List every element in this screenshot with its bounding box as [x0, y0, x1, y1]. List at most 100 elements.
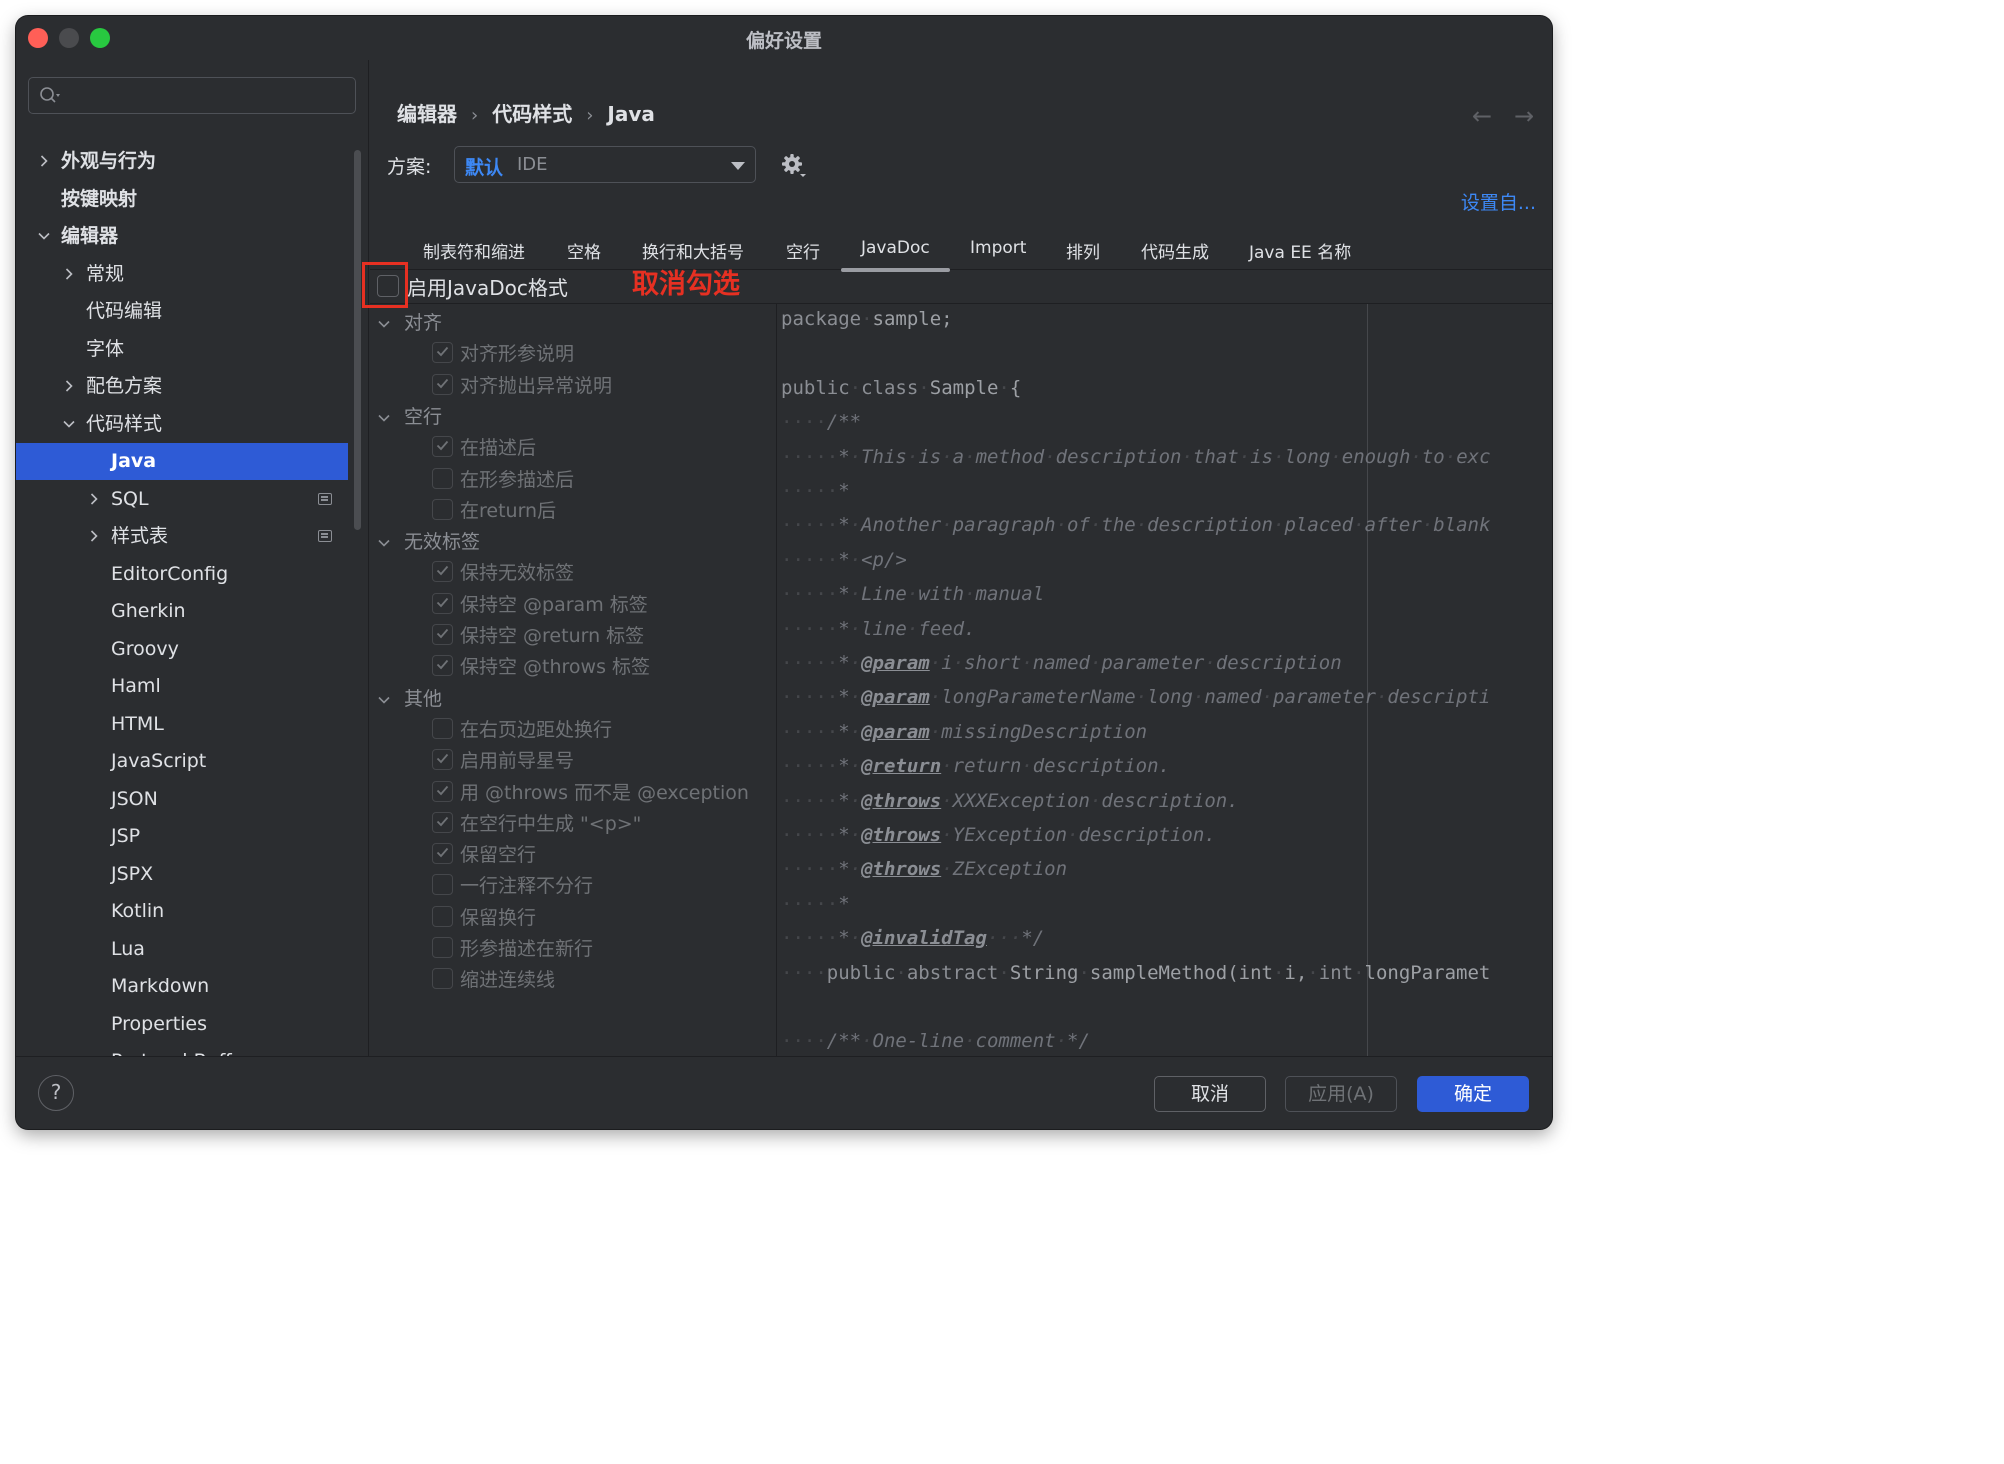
checkbox-checked[interactable]	[432, 373, 453, 395]
sidebar-item-label: Java	[111, 450, 157, 472]
sidebar-item-常规[interactable]: 常规	[16, 256, 348, 293]
javadoc-option[interactable]: 保持空 @return 标签	[432, 621, 772, 651]
javadoc-option[interactable]: 对齐形参说明	[432, 339, 772, 369]
chevron-down-icon[interactable]	[63, 418, 75, 430]
checkbox-checked[interactable]	[432, 811, 453, 833]
breadcrumb-item-code-style[interactable]: 代码样式	[492, 98, 572, 127]
sidebar-item-配色方案[interactable]: 配色方案	[16, 368, 348, 405]
chevron-down-icon[interactable]	[38, 230, 50, 242]
sidebar-item-haml[interactable]: Haml	[16, 668, 348, 705]
breadcrumb-item-editor[interactable]: 编辑器	[397, 98, 457, 127]
back-arrow-icon[interactable]: ←	[1472, 102, 1492, 130]
checkbox-unchecked[interactable]	[432, 968, 453, 990]
javadoc-option[interactable]: 保持无效标签	[432, 558, 772, 588]
sidebar-item-按键映射[interactable]: 按键映射	[16, 181, 348, 218]
chevron-down-icon[interactable]	[378, 318, 390, 330]
sidebar-item-html[interactable]: HTML	[16, 706, 348, 743]
javadoc-option[interactable]: 保持空 @param 标签	[432, 590, 772, 620]
javadoc-option[interactable]: 在右页边距处换行	[432, 715, 772, 745]
sidebar-item-markdown[interactable]: Markdown	[16, 968, 348, 1005]
sidebar-item-javascript[interactable]: JavaScript	[16, 743, 348, 780]
enable-javadoc-checkbox[interactable]	[377, 275, 399, 297]
chevron-down-icon[interactable]	[378, 694, 390, 706]
enable-javadoc-label[interactable]: 启用JavaDoc格式	[407, 272, 568, 301]
sidebar-item-gherkin[interactable]: Gherkin	[16, 593, 348, 630]
tab-arrangement[interactable]: 排列	[1066, 238, 1100, 263]
javadoc-option[interactable]: 用 @throws 而不是 @exception	[432, 778, 772, 808]
tab-imports[interactable]: Import	[970, 238, 1026, 258]
sidebar-item-代码编辑[interactable]: 代码编辑	[16, 293, 348, 330]
sidebar-item-sql[interactable]: SQL	[16, 481, 348, 518]
sidebar-item-外观与行为[interactable]: 外观与行为	[16, 143, 348, 180]
sidebar-item-editorconfig[interactable]: EditorConfig	[16, 556, 348, 593]
help-button[interactable]: ?	[38, 1075, 74, 1111]
chevron-right-icon[interactable]	[88, 530, 100, 542]
sidebar-item-jsp[interactable]: JSP	[16, 818, 348, 855]
search-input[interactable]	[67, 82, 347, 110]
tab-javadoc[interactable]: JavaDoc	[841, 238, 950, 272]
sidebar-item-label: 配色方案	[86, 375, 163, 397]
sidebar-item-字体[interactable]: 字体	[16, 331, 348, 368]
tab-code-generation[interactable]: 代码生成	[1141, 238, 1209, 263]
tab-tabs-and-indents[interactable]: 制表符和缩进	[423, 238, 525, 263]
javadoc-option[interactable]: 缩进连续线	[432, 965, 772, 995]
javadoc-option[interactable]: 形参描述在新行	[432, 934, 772, 964]
checkbox-unchecked[interactable]	[432, 874, 453, 896]
checkbox-checked[interactable]	[432, 655, 453, 677]
tab-java-ee-names[interactable]: Java EE 名称	[1249, 238, 1351, 263]
sidebar-item-jspx[interactable]: JSPX	[16, 856, 348, 893]
checkbox-unchecked[interactable]	[432, 467, 453, 489]
checkbox-checked[interactable]	[432, 843, 453, 865]
sidebar-item-groovy[interactable]: Groovy	[16, 631, 348, 668]
tab-spaces[interactable]: 空格	[567, 238, 601, 263]
checkbox-checked[interactable]	[432, 436, 453, 458]
sidebar-item-label: Markdown	[111, 975, 210, 997]
javadoc-option[interactable]: 在描述后	[432, 433, 772, 463]
sidebar-item-代码样式[interactable]: 代码样式	[16, 406, 348, 443]
sidebar-item-编辑器[interactable]: 编辑器	[16, 218, 348, 255]
chevron-right-icon[interactable]	[88, 492, 100, 505]
checkbox-unchecked[interactable]	[432, 717, 453, 739]
checkbox-unchecked[interactable]	[432, 937, 453, 958]
apply-button[interactable]: 应用(A)	[1285, 1076, 1397, 1112]
sidebar-item-样式表[interactable]: 样式表	[16, 518, 348, 555]
chevron-right-icon[interactable]	[63, 380, 75, 392]
scheme-dropdown[interactable]: 默认 IDE	[454, 146, 756, 183]
sidebar-item-java[interactable]: Java	[16, 443, 348, 480]
sidebar-item-json[interactable]: JSON	[16, 781, 348, 818]
tab-blank-lines[interactable]: 空行	[786, 238, 820, 263]
set-from-link[interactable]: 设置自...	[1461, 188, 1536, 215]
sidebar-scrollbar[interactable]	[354, 150, 361, 530]
cancel-button[interactable]: 取消	[1154, 1076, 1266, 1112]
javadoc-option[interactable]: 在空行中生成 "<p>"	[432, 809, 772, 839]
checkbox-unchecked[interactable]	[432, 905, 453, 927]
javadoc-option[interactable]: 对齐抛出异常说明	[432, 371, 772, 401]
javadoc-option[interactable]: 保留换行	[432, 903, 772, 933]
javadoc-option[interactable]: 启用前导星号	[432, 746, 772, 776]
chevron-down-icon[interactable]	[378, 537, 390, 549]
checkbox-checked[interactable]	[432, 780, 453, 802]
chevron-right-icon[interactable]	[63, 267, 75, 280]
sidebar-item-properties[interactable]: Properties	[16, 1006, 348, 1043]
checkbox-checked[interactable]	[432, 592, 453, 614]
ok-button[interactable]: 确定	[1417, 1076, 1529, 1112]
checkbox-checked[interactable]	[432, 342, 453, 364]
javadoc-option[interactable]: 一行注释不分行	[432, 871, 772, 901]
tab-wrapping-and-braces[interactable]: 换行和大括号	[642, 238, 744, 263]
settings-search[interactable]	[28, 77, 356, 114]
sidebar-item-kotlin[interactable]: Kotlin	[16, 893, 348, 930]
checkbox-checked[interactable]	[432, 561, 453, 583]
javadoc-option[interactable]: 在return后	[432, 496, 772, 526]
code-line: ·····*·@param·longParameterName·long·nam…	[781, 686, 1491, 709]
checkbox-unchecked[interactable]	[432, 498, 453, 520]
gear-icon[interactable]	[780, 152, 808, 180]
javadoc-option[interactable]: 保留空行	[432, 840, 772, 870]
javadoc-option[interactable]: 在形参描述后	[432, 465, 772, 495]
checkbox-checked[interactable]	[432, 624, 453, 645]
sidebar-item-lua[interactable]: Lua	[16, 931, 348, 968]
chevron-down-icon[interactable]	[378, 412, 390, 424]
javadoc-option[interactable]: 保持空 @throws 标签	[432, 652, 772, 682]
checkbox-checked[interactable]	[432, 749, 453, 771]
forward-arrow-icon[interactable]: →	[1514, 102, 1534, 130]
chevron-right-icon[interactable]	[38, 155, 50, 167]
